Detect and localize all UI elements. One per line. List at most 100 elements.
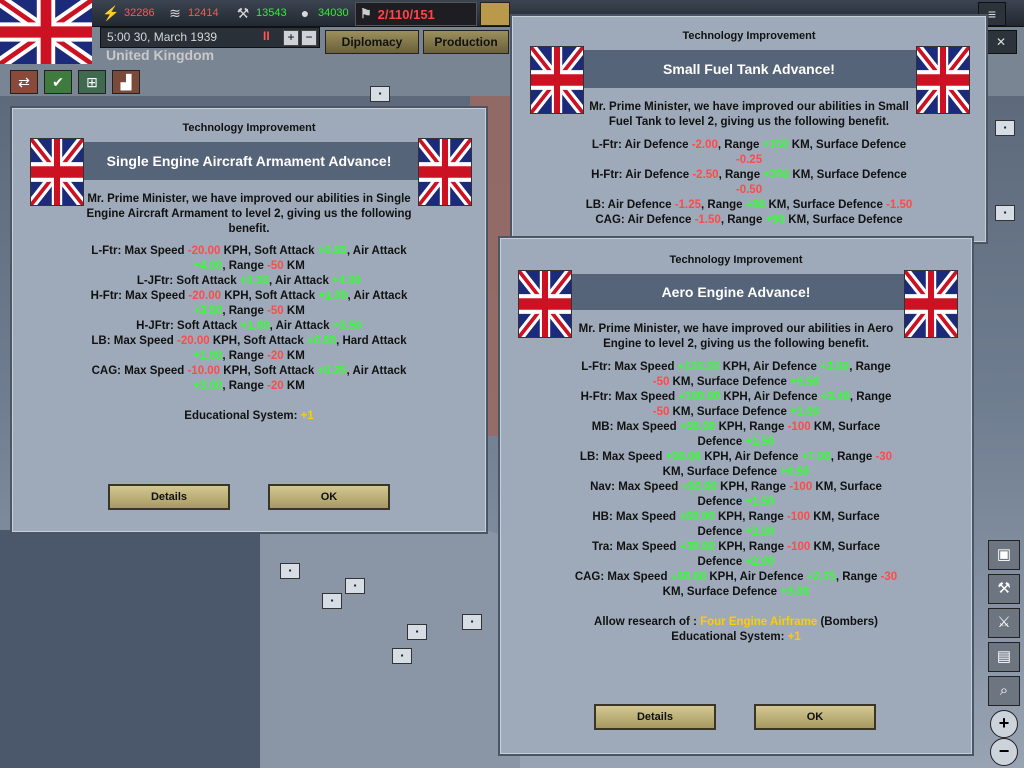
resource-metal[interactable]: ≋ 12414 xyxy=(166,3,218,23)
effect-value-green: +120.00 xyxy=(677,361,720,373)
map-unit-icon[interactable]: ▪ xyxy=(345,578,365,594)
effect-line: Tra: Max Speed +30.00 KPH, Range -100 KM… xyxy=(538,540,934,555)
effect-text: KM xyxy=(283,260,305,272)
tool-map-icon[interactable]: ▤ xyxy=(988,642,1020,672)
effect-text: KPH, Air Defence xyxy=(719,361,821,373)
ok-button[interactable]: OK xyxy=(754,704,876,730)
effect-text: CAG: Air Defence xyxy=(595,214,695,226)
tool-build-icon[interactable]: ⚒ xyxy=(988,574,1020,604)
effect-value-red: -1.50 xyxy=(694,214,721,226)
effect-value-green: +90 xyxy=(745,199,766,211)
effect-text: , Hard Attack xyxy=(336,335,407,347)
effect-text: MB: Max Speed xyxy=(591,421,680,433)
pause-button[interactable]: II xyxy=(263,29,270,43)
speed-up-button[interactable]: + xyxy=(283,30,299,46)
effect-value-red: -20.00 xyxy=(188,290,222,302)
effect-text: , Air Attack xyxy=(269,275,333,287)
effect-text: KPH, Range xyxy=(715,421,788,433)
dialog-title: Aero Engine Advance! xyxy=(560,274,912,310)
map-unit-icon[interactable]: ▪ xyxy=(995,205,1015,221)
effect-text: L-Ftr: Air Defence xyxy=(591,139,692,151)
effect-line: CAG: Max Speed -10.00 KPH, Soft Attack +… xyxy=(52,364,446,379)
effect-value-green: +0.50 xyxy=(317,245,347,257)
effect-value-green: +1.50 xyxy=(745,496,775,508)
effect-text: KM, Surface Defence xyxy=(785,214,903,226)
effect-line: Defence +1.50 xyxy=(538,495,934,510)
effect-value-yellow: +1 xyxy=(300,410,314,422)
effect-value-red: -2.50 xyxy=(692,169,719,181)
dialog-intro: Mr. Prime Minister, we have improved our… xyxy=(578,323,894,350)
effect-line: H-Ftr: Max Speed -20.00 KPH, Soft Attack… xyxy=(52,289,446,304)
map-unit-icon[interactable]: ▪ xyxy=(392,648,412,664)
mapmode-check-icon[interactable]: ✔ xyxy=(44,70,72,94)
tool-military-icon[interactable]: ⚔ xyxy=(988,608,1020,638)
map-sea xyxy=(0,530,280,768)
map-unit-icon[interactable]: ▪ xyxy=(407,624,427,640)
rare-materials-icon: ⚒ xyxy=(236,5,250,21)
map-unit-icon[interactable]: ▪ xyxy=(370,86,390,102)
effect-line: CAG: Air Defence -1.50, Range +90 KM, Su… xyxy=(552,213,946,228)
effect-text: , Range xyxy=(701,199,746,211)
resource-energy[interactable]: ⚡ 32286 xyxy=(102,3,154,23)
effect-line: H-Ftr: Max Speed +100.00 KPH, Air Defenc… xyxy=(538,390,934,405)
effect-value-red: -100 xyxy=(787,421,811,433)
effect-line: Educational System: +1 xyxy=(538,630,934,645)
zoom-out-button[interactable]: − xyxy=(990,738,1018,766)
tech-dialog-fuel-tank: Technology Improvement Small Fuel Tank A… xyxy=(510,14,988,244)
effect-text: , Range xyxy=(849,361,891,373)
effect-line: Defence +1.50 xyxy=(538,435,934,450)
effect-value-green: +3.00 xyxy=(820,361,850,373)
effect-text: KPH, Range xyxy=(714,511,787,523)
uk-flag-icon[interactable] xyxy=(0,0,92,64)
effect-value-green: +0.50 xyxy=(790,376,820,388)
map-unit-icon[interactable]: ▪ xyxy=(322,593,342,609)
map-unit-icon[interactable]: ▪ xyxy=(462,614,482,630)
speed-down-button[interactable]: − xyxy=(301,30,317,46)
tool-search-icon[interactable]: ⌕ xyxy=(988,676,1020,706)
tab-production[interactable]: Production xyxy=(423,30,509,54)
effect-line: LB: Max Speed +50.00 KPH, Air Defence +1… xyxy=(538,450,934,465)
details-button[interactable]: Details xyxy=(594,704,716,730)
ok-button[interactable]: OK xyxy=(268,484,390,510)
effect-text: , Range xyxy=(849,391,892,403)
effect-text: L-Ftr: Max Speed xyxy=(581,361,678,373)
effect-value-green: +2.25 xyxy=(806,571,836,583)
effect-text: H-JFtr: Soft Attack xyxy=(136,320,241,332)
effect-value-green: +0.25 xyxy=(317,365,347,377)
effect-text: Educational System: xyxy=(671,631,788,643)
mapmode-industry-icon[interactable]: ▟ xyxy=(112,70,140,94)
zoom-in-button[interactable]: + xyxy=(990,710,1018,738)
effect-text: , Range xyxy=(222,260,268,272)
map-unit-icon[interactable]: ▪ xyxy=(995,120,1015,136)
effect-text: , Range xyxy=(720,214,766,226)
mapmode-supply-icon[interactable]: ⊞ xyxy=(78,70,106,94)
manpower-display[interactable]: ⚑ 2/110/151 xyxy=(355,2,477,26)
resource-oil[interactable]: ● 34030 xyxy=(296,3,349,23)
tab-diplomacy[interactable]: Diplomacy xyxy=(325,30,419,54)
effect-text: L-JFtr: Soft Attack xyxy=(136,275,240,287)
supplies-icon[interactable] xyxy=(480,2,510,26)
dialog-header: Technology Improvement xyxy=(182,122,316,134)
effect-text: KPH, Air Defence xyxy=(701,451,802,463)
effect-text: , Air Attack xyxy=(346,365,407,377)
tool-ledger-icon[interactable]: ▣ xyxy=(988,540,1020,570)
resource-rare-materials[interactable]: ⚒ 13543 xyxy=(234,3,287,23)
effect-value-red: -10.00 xyxy=(187,365,221,377)
close-panel-icon[interactable]: ✕ xyxy=(985,30,1017,54)
effect-line: LB: Max Speed -20.00 KPH, Soft Attack +0… xyxy=(52,334,446,349)
effect-text: KPH, Air Defence xyxy=(706,571,807,583)
effect-line: LB: Air Defence -1.25, Range +90 KM, Sur… xyxy=(552,198,946,213)
effect-text: KM, Surface Defence xyxy=(789,169,907,181)
map-unit-icon[interactable]: ▪ xyxy=(280,563,300,579)
details-button[interactable]: Details xyxy=(108,484,230,510)
effect-value-red: -30 xyxy=(875,451,893,463)
mapmode-terrain-icon[interactable]: ⇄ xyxy=(10,70,38,94)
effect-line: Educational System: +1 xyxy=(52,409,446,424)
effect-text: (Bombers) xyxy=(817,616,878,628)
effect-line: CAG: Max Speed +50.00 KPH, Air Defence +… xyxy=(538,570,934,585)
effect-value-green: +3.50 xyxy=(332,320,362,332)
effect-value-red: -1.50 xyxy=(886,199,913,211)
effect-value-green: +50.00 xyxy=(665,451,702,463)
effect-value-red: -50 xyxy=(267,305,284,317)
effect-text: , Range xyxy=(830,451,876,463)
